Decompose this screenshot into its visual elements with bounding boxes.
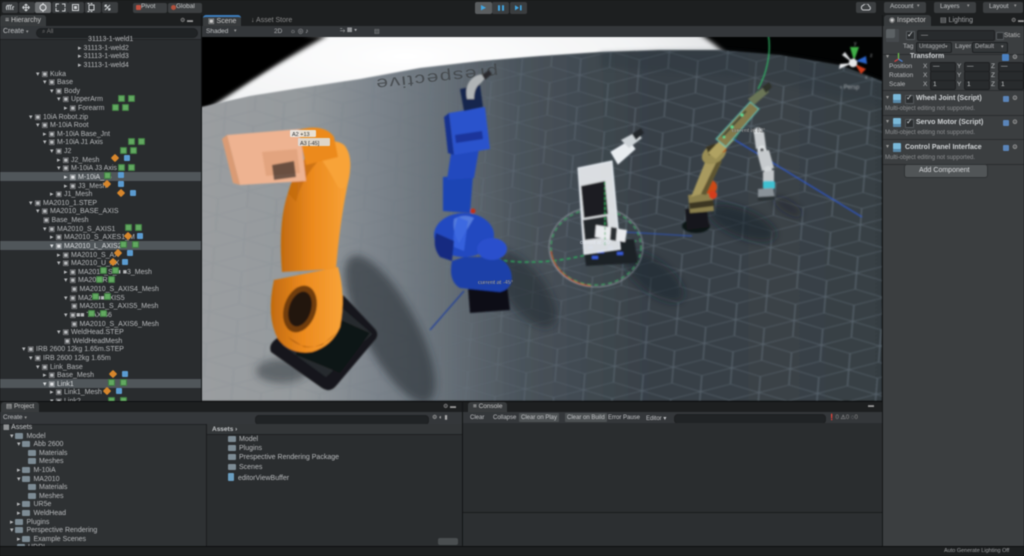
svg-text:current at -45°: current at -45° (478, 280, 513, 286)
svg-text:A3 [-45]: A3 [-45] (300, 141, 320, 147)
svg-text:‹ Persp: ‹ Persp (840, 85, 860, 91)
svg-text:current at 82°: current at 82° (732, 128, 765, 134)
svg-text:A2 +13: A2 +13 (292, 132, 310, 138)
svg-text:current at -90°: current at -90° (580, 240, 612, 246)
